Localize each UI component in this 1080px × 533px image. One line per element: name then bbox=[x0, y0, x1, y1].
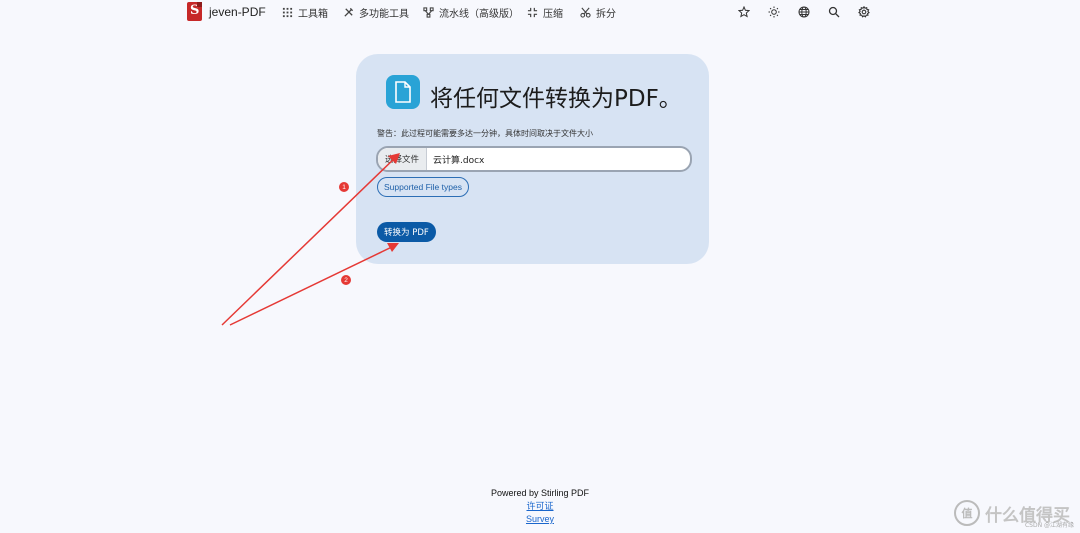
powered-by-text: Powered by Stirling PDF bbox=[490, 488, 590, 498]
warning-text: 警告：此过程可能需要多达一分钟，具体时间取决于文件大小 bbox=[377, 129, 593, 138]
navbar: jeven-PDF 工具箱 多功能工具 流水线（高级版） 压缩 拆分 bbox=[0, 0, 1080, 26]
tools-icon bbox=[344, 7, 354, 17]
globe-icon[interactable] bbox=[798, 6, 810, 18]
nav-item-label: 流水线（高级版） bbox=[439, 9, 519, 20]
compress-icon bbox=[527, 7, 538, 18]
brand[interactable]: jeven-PDF bbox=[187, 2, 266, 21]
brand-logo-icon bbox=[187, 2, 202, 21]
selected-file-name: 云计算.docx bbox=[433, 155, 485, 166]
watermark-subtext: CSDN @江湖有缘 bbox=[1024, 522, 1074, 529]
page-title: 将任何文件转换为PDF。 bbox=[430, 86, 682, 112]
supported-file-types-button[interactable]: Supported File types bbox=[377, 177, 469, 197]
convert-card: 将任何文件转换为PDF。 警告：此过程可能需要多达一分钟，具体时间取决于文件大小… bbox=[356, 54, 709, 264]
step-badge-1: 1 bbox=[339, 182, 349, 192]
search-icon[interactable] bbox=[828, 6, 840, 18]
nav-item-split[interactable]: 拆分 bbox=[580, 5, 616, 20]
nav-item-label: 压缩 bbox=[543, 9, 563, 20]
scissors-icon bbox=[580, 7, 591, 18]
convert-to-pdf-button[interactable]: 转换为 PDF bbox=[377, 222, 436, 242]
step-badge-2: 2 bbox=[341, 275, 351, 285]
nav-item-label: 工具箱 bbox=[298, 9, 328, 20]
grid-icon bbox=[282, 7, 293, 18]
pipeline-icon bbox=[423, 7, 434, 18]
file-input[interactable]: 选择文件 云计算.docx bbox=[376, 146, 692, 172]
nav-item-multitool[interactable]: 多功能工具 bbox=[343, 5, 409, 20]
nav-item-toolbox[interactable]: 工具箱 bbox=[282, 5, 328, 20]
choose-file-button[interactable]: 选择文件 bbox=[378, 148, 428, 170]
watermark-logo-icon: 值 bbox=[954, 500, 980, 526]
footer: Powered by Stirling PDF 许可证 Survey bbox=[0, 487, 1080, 526]
file-icon bbox=[386, 75, 420, 109]
survey-link[interactable]: Survey bbox=[0, 513, 1080, 526]
nav-item-label: 拆分 bbox=[596, 9, 616, 20]
sun-icon[interactable] bbox=[768, 6, 780, 18]
nav-item-pipeline[interactable]: 流水线（高级版） bbox=[423, 5, 519, 20]
star-icon[interactable] bbox=[738, 6, 750, 18]
nav-item-compress[interactable]: 压缩 bbox=[527, 5, 563, 20]
brand-name: jeven-PDF bbox=[209, 4, 266, 19]
license-link[interactable]: 许可证 bbox=[0, 500, 1080, 513]
settings-icon[interactable] bbox=[858, 6, 870, 18]
nav-item-label: 多功能工具 bbox=[359, 9, 409, 20]
